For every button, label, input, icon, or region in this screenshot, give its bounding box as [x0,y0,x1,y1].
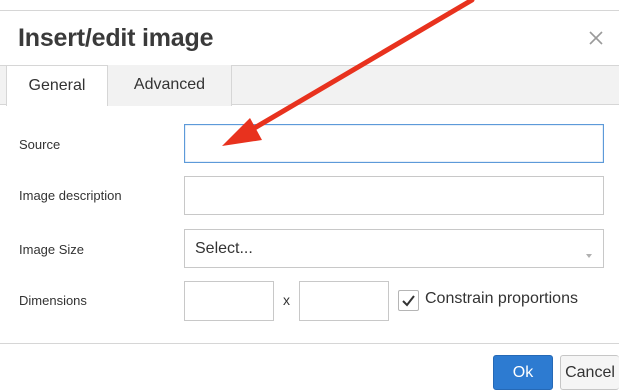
dimensions-separator: x [283,292,290,308]
source-input[interactable] [184,124,604,163]
caret-down-icon [585,246,593,264]
top-divider [0,10,619,11]
dimensions-label: Dimensions [19,293,87,308]
constrain-proportions-checkbox[interactable] [398,290,419,311]
tab-bar: General Advanced [0,65,619,106]
cancel-button[interactable]: Cancel [560,355,619,390]
image-size-selected-value: Select... [195,240,253,257]
insert-edit-image-dialog: Insert/edit image General Advanced Sourc… [0,0,619,392]
source-label: Source [19,137,61,152]
tab-general[interactable]: General [6,65,108,106]
checkmark-icon [402,295,415,307]
tab-advanced[interactable]: Advanced [108,65,232,106]
width-input[interactable] [184,281,274,321]
ok-button[interactable]: Ok [493,355,553,390]
height-input[interactable] [299,281,389,321]
image-size-select[interactable]: Select... [184,229,604,268]
close-icon [589,31,603,45]
image-description-label: Image description [19,188,122,203]
image-description-input[interactable] [184,176,604,215]
dialog-title: Insert/edit image [18,24,214,52]
constrain-proportions-label[interactable]: Constrain proportions [425,290,578,308]
image-size-label: Image Size [19,242,85,257]
close-button[interactable] [582,24,610,52]
